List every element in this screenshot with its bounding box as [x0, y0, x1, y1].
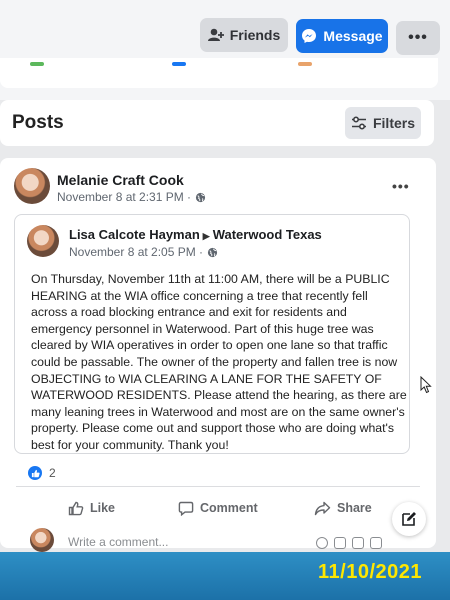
posts-title: Posts	[12, 112, 64, 133]
comment-composer: Write a comment...	[0, 525, 450, 555]
partial-icon	[298, 62, 312, 66]
photo-date-stamp: 11/10/2021	[318, 561, 422, 583]
like-icon	[68, 501, 84, 515]
partial-icon	[172, 62, 186, 66]
profile-action-bar: Friends Message •••	[0, 0, 450, 100]
sticker-icon[interactable]	[370, 537, 382, 549]
arrow-right-icon: ▶	[202, 231, 210, 241]
share-label: Share	[337, 501, 372, 515]
posts-header: Posts Filters	[0, 100, 434, 146]
post-menu-button[interactable]: •••	[392, 178, 410, 194]
emoji-icon[interactable]	[316, 537, 328, 549]
add-friend-icon	[207, 28, 224, 41]
actions-divider	[16, 486, 420, 487]
profile-info-strip	[0, 58, 438, 88]
reaction-summary[interactable]: 2	[28, 466, 56, 480]
shared-post-header: Lisa Calcote Hayman ▶ Waterwood Texas	[69, 227, 322, 242]
friends-button[interactable]: Friends	[200, 18, 288, 52]
gif-icon[interactable]	[352, 537, 364, 549]
taskbar-banner: 11/10/2021	[0, 552, 450, 600]
globe-icon	[195, 192, 206, 202]
more-label: •••	[408, 29, 428, 46]
camera-icon[interactable]	[334, 537, 346, 549]
filters-label: Filters	[372, 115, 415, 131]
filters-icon	[351, 116, 366, 130]
like-reaction-icon	[28, 466, 42, 480]
like-label: Like	[90, 501, 116, 515]
filters-button[interactable]: Filters	[345, 107, 421, 139]
mouse-cursor-icon	[420, 376, 432, 394]
more-options-button[interactable]: •••	[396, 21, 440, 55]
shared-post-meta: November 8 at 2:05 PM ·	[69, 245, 218, 259]
share-button[interactable]: Share	[314, 498, 372, 518]
comment-icon	[178, 501, 194, 516]
globe-icon	[207, 247, 218, 257]
comment-button[interactable]: Comment	[178, 498, 258, 518]
shared-post-body: On Thursday, November 11th at 11:00 AM, …	[31, 272, 407, 452]
share-icon	[314, 501, 331, 515]
commenter-avatar	[30, 528, 54, 552]
shared-author-name[interactable]: Lisa Calcote Hayman	[69, 227, 200, 242]
friends-label: Friends	[229, 27, 281, 43]
post-meta: November 8 at 2:31 PM ·	[57, 190, 206, 204]
post-timestamp[interactable]: November 8 at 2:31 PM ·	[57, 190, 191, 204]
author-avatar[interactable]	[14, 168, 50, 204]
shared-post-timestamp[interactable]: November 8 at 2:05 PM ·	[69, 245, 203, 259]
comment-tools	[316, 537, 382, 549]
like-button[interactable]: Like	[68, 498, 115, 518]
post-card: Melanie Craft Cook November 8 at 2:31 PM…	[0, 158, 436, 548]
message-label: Message	[323, 28, 383, 44]
messenger-icon	[302, 29, 317, 43]
message-button[interactable]: Message	[296, 19, 388, 53]
shared-post-group[interactable]: Waterwood Texas	[213, 227, 322, 242]
partial-icon	[30, 62, 44, 66]
shared-author-avatar[interactable]	[27, 225, 59, 257]
reaction-count: 2	[49, 466, 56, 480]
comment-label: Comment	[200, 501, 258, 515]
shared-post[interactable]: Lisa Calcote Hayman ▶ Waterwood Texas Nove…	[14, 214, 410, 454]
post-author[interactable]: Melanie Craft Cook	[57, 172, 184, 188]
